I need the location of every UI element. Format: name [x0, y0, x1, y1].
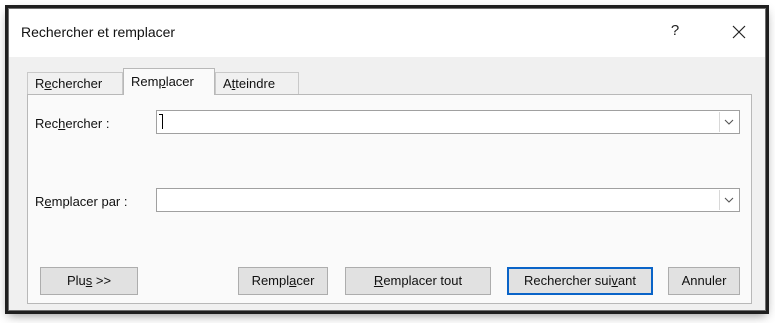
label-part: Rec	[35, 116, 59, 131]
replace-button[interactable]: Remplacer	[238, 267, 328, 295]
tab-label-part: teindre	[235, 76, 276, 91]
tab-accelerator: p	[158, 74, 166, 89]
button-label-part: emplacer tout	[383, 273, 463, 288]
tab-label-part: chercher	[51, 76, 103, 91]
tab-label-part: R	[35, 76, 45, 91]
button-accelerator: R	[373, 273, 384, 288]
find-replace-dialog: Rechercher et remplacer ? Rechercher Rem…	[8, 8, 766, 311]
button-label-part: Rempl	[251, 273, 290, 288]
label-accelerator: e	[44, 194, 52, 209]
button-label-part: >>	[92, 273, 112, 288]
replace-tab-panel: Rechercher : Remplacer par : Plus >> Rem…	[27, 94, 752, 304]
chevron-down-icon	[724, 119, 734, 125]
close-button[interactable]	[727, 17, 751, 45]
button-label: Annuler	[681, 273, 727, 288]
button-label-part: cer	[296, 273, 315, 288]
dialog-title: Rechercher et remplacer	[21, 24, 176, 40]
find-next-button[interactable]: Rechercher suivant	[507, 267, 653, 295]
help-button[interactable]: ?	[665, 17, 685, 45]
find-what-combobox[interactable]	[156, 110, 740, 134]
replace-dropdown-button[interactable]	[719, 190, 738, 210]
tab-label-part: A	[223, 76, 232, 91]
cancel-button[interactable]: Annuler	[668, 267, 740, 295]
button-label-part: Rechercher sui	[523, 273, 612, 288]
more-options-button[interactable]: Plus >>	[40, 267, 138, 295]
tab-remplacer[interactable]: Remplacer	[123, 68, 215, 95]
tab-accelerator: e	[44, 76, 52, 91]
text-caret	[159, 114, 163, 129]
replace-all-button[interactable]: Remplacer tout	[345, 267, 491, 295]
replace-with-combobox[interactable]	[156, 188, 740, 212]
replace-with-label: Remplacer par :	[35, 194, 128, 209]
label-part: mplacer par :	[51, 194, 128, 209]
button-label-part: Plu	[66, 273, 86, 288]
find-dropdown-button[interactable]	[719, 112, 738, 132]
screenshot-frame: Rechercher et remplacer ? Rechercher Rem…	[0, 0, 775, 323]
close-icon	[732, 25, 746, 38]
tab-label-part: lacer	[165, 74, 194, 89]
label-part: R	[35, 194, 45, 209]
replace-with-input[interactable]	[161, 192, 713, 208]
find-label: Rechercher :	[35, 116, 109, 131]
tab-atteindre[interactable]: Atteindre	[215, 72, 299, 94]
tab-rechercher[interactable]: Rechercher	[27, 72, 123, 94]
chevron-down-icon	[724, 197, 734, 203]
find-what-input[interactable]	[161, 114, 713, 130]
label-part: ercher :	[65, 116, 110, 131]
title-bar: Rechercher et remplacer ?	[9, 9, 765, 57]
tab-label-part: Rem	[131, 74, 159, 89]
button-label-part: ant	[617, 273, 636, 288]
